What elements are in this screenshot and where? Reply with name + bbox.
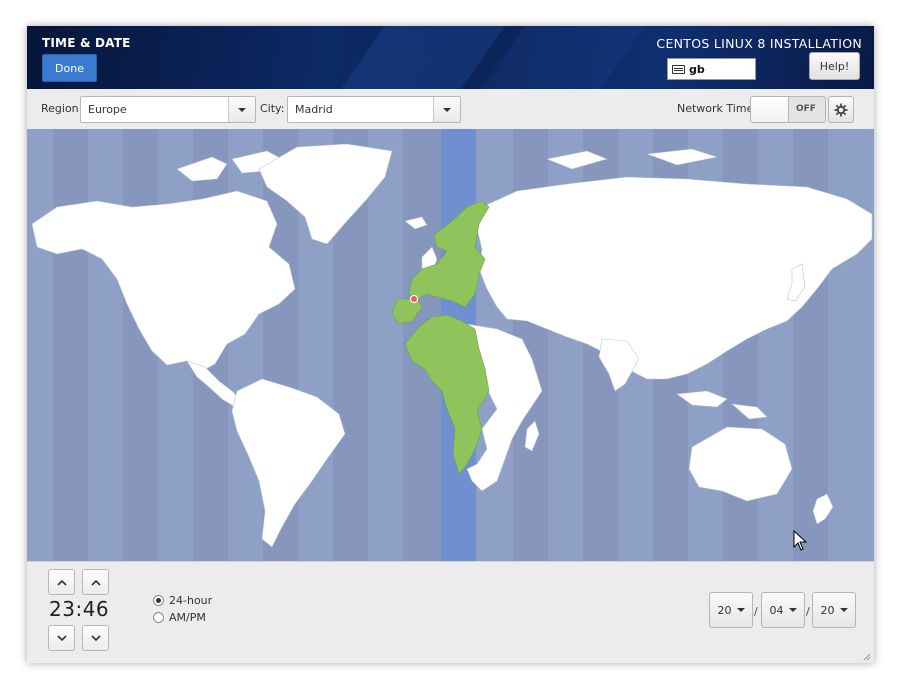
timezone-map[interactable] bbox=[27, 129, 874, 561]
hours-value: 23 bbox=[49, 597, 76, 621]
time-separator: : bbox=[75, 597, 83, 621]
world-map[interactable] bbox=[27, 129, 874, 561]
year-dropdown[interactable]: 20 bbox=[812, 592, 856, 628]
format-ampm-radio[interactable] bbox=[153, 612, 164, 623]
date-separator: / bbox=[806, 605, 810, 618]
city-combobox[interactable]: Madrid bbox=[287, 96, 461, 123]
day-dropdown[interactable]: 20 bbox=[709, 592, 753, 628]
keyboard-layout-indicator[interactable]: gb bbox=[667, 58, 756, 80]
resize-grip-icon[interactable] bbox=[863, 653, 871, 661]
chevron-down-icon bbox=[90, 634, 101, 641]
selected-city-marker[interactable] bbox=[410, 295, 418, 303]
keyboard-layout-value: gb bbox=[689, 62, 705, 76]
minutes-value: 46 bbox=[82, 597, 110, 621]
help-button[interactable]: Help! bbox=[809, 52, 860, 80]
format-ampm-option[interactable]: AM/PM bbox=[153, 611, 206, 624]
month-value: 04 bbox=[769, 603, 784, 617]
format-ampm-label: AM/PM bbox=[169, 611, 206, 624]
region-combobox[interactable]: Europe bbox=[80, 96, 256, 123]
region-label: Region: bbox=[41, 102, 83, 115]
chevron-down-icon bbox=[736, 608, 745, 612]
minute-down-button[interactable] bbox=[82, 625, 109, 651]
chevron-down-icon[interactable] bbox=[433, 97, 460, 122]
month-dropdown[interactable]: 04 bbox=[761, 592, 805, 628]
keyboard-icon bbox=[672, 64, 685, 74]
city-value: Madrid bbox=[295, 103, 333, 116]
day-value: 20 bbox=[717, 603, 732, 617]
minute-up-button[interactable] bbox=[82, 569, 109, 595]
time-display: 23:46 bbox=[49, 597, 109, 621]
time-date-controls: 23:46 24-hour AM/PM 20 / 04 / 20 bbox=[27, 561, 874, 663]
chevron-down-icon[interactable] bbox=[228, 97, 255, 122]
hour-down-button[interactable] bbox=[48, 625, 75, 651]
network-time-switch[interactable]: OFF bbox=[750, 96, 826, 123]
switch-state: OFF bbox=[796, 104, 816, 114]
year-value: 20 bbox=[820, 603, 835, 617]
switch-knob bbox=[751, 97, 789, 122]
page-title: TIME & DATE bbox=[42, 36, 131, 50]
done-button[interactable]: Done bbox=[42, 54, 97, 82]
product-title: CENTOS LINUX 8 INSTALLATION bbox=[656, 36, 862, 51]
chevron-up-icon bbox=[90, 579, 101, 586]
ntp-config-button[interactable] bbox=[828, 96, 854, 123]
format-24-hour-label: 24-hour bbox=[169, 594, 213, 607]
date-separator: / bbox=[754, 605, 758, 618]
network-time-label: Network Time bbox=[677, 102, 754, 115]
city-label: City: bbox=[260, 102, 285, 115]
gear-icon bbox=[834, 103, 848, 116]
timezone-toolbar: Region: Europe City: Madrid Network Time… bbox=[27, 89, 874, 130]
hour-up-button[interactable] bbox=[48, 569, 75, 595]
format-24-hour-radio[interactable] bbox=[153, 595, 164, 606]
chevron-up-icon bbox=[56, 579, 67, 586]
chevron-down-icon bbox=[839, 608, 848, 612]
region-value: Europe bbox=[88, 103, 127, 116]
format-24-hour-option[interactable]: 24-hour bbox=[153, 594, 212, 607]
header-bar: TIME & DATE Done CENTOS LINUX 8 INSTALLA… bbox=[27, 26, 874, 89]
installer-window: TIME & DATE Done CENTOS LINUX 8 INSTALLA… bbox=[27, 26, 874, 663]
chevron-down-icon bbox=[56, 634, 67, 641]
chevron-down-icon bbox=[788, 608, 797, 612]
